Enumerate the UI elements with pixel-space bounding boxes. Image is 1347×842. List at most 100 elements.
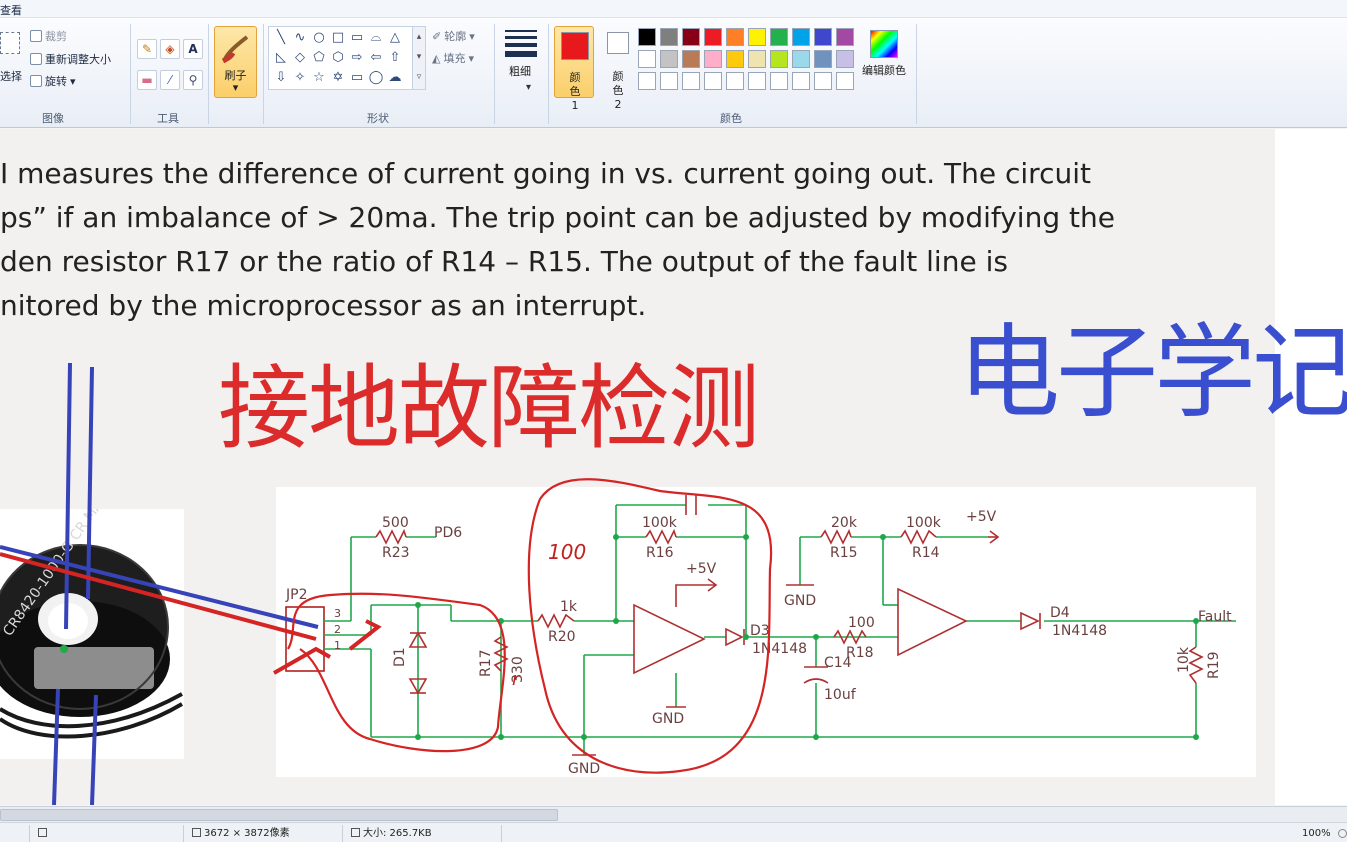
- shape-option[interactable]: □: [330, 30, 346, 46]
- select-button[interactable]: 选择: [0, 68, 22, 84]
- status-size: 大小: 265.7KB: [347, 825, 502, 842]
- palette-color[interactable]: [836, 72, 854, 90]
- palette-color[interactable]: [682, 28, 700, 46]
- palette-color[interactable]: [748, 72, 766, 90]
- shape-option[interactable]: ◇: [292, 50, 308, 66]
- shape-option[interactable]: ▭: [349, 30, 365, 46]
- shape-option[interactable]: ╲: [273, 30, 289, 46]
- zoom-out-icon[interactable]: [1338, 829, 1347, 838]
- colors-group-label: 颜色: [720, 112, 742, 125]
- menu-view[interactable]: 查看: [0, 2, 22, 18]
- palette-color[interactable]: [682, 50, 700, 68]
- divider: [130, 24, 131, 124]
- shape-option[interactable]: △: [387, 30, 403, 46]
- label-r23: R23: [382, 545, 410, 561]
- edit-colors-icon: [870, 30, 898, 58]
- text-icon[interactable]: A: [183, 39, 203, 59]
- outline-label: 轮廓: [444, 30, 467, 43]
- shape-option[interactable]: ⇩: [273, 70, 289, 86]
- label-r16-value: 100k: [642, 515, 678, 531]
- shape-option[interactable]: ∿: [292, 30, 308, 46]
- palette-color[interactable]: [814, 28, 832, 46]
- shape-option[interactable]: ⇦: [368, 50, 384, 66]
- palette-color[interactable]: [704, 50, 722, 68]
- magnifier-icon[interactable]: ⚲: [183, 70, 203, 90]
- size-line-4: [505, 51, 537, 57]
- size-button[interactable]: 粗细 ▾: [500, 26, 542, 100]
- shape-option[interactable]: ✡: [330, 70, 346, 86]
- scrollbar-thumb[interactable]: [0, 809, 558, 821]
- chevron-down-icon: ▾: [469, 29, 475, 43]
- horizontal-scrollbar[interactable]: [0, 807, 1347, 823]
- palette-color[interactable]: [792, 28, 810, 46]
- shape-option[interactable]: ▭: [349, 70, 365, 86]
- palette-color[interactable]: [836, 28, 854, 46]
- color1-swatch: [561, 32, 589, 60]
- palette-color[interactable]: [836, 50, 854, 68]
- eraser-icon[interactable]: ▬: [137, 70, 157, 90]
- label-r16: R16: [646, 545, 674, 561]
- palette-color[interactable]: [704, 28, 722, 46]
- palette-color[interactable]: [770, 72, 788, 90]
- palette-color[interactable]: [660, 28, 678, 46]
- palette-color[interactable]: [704, 72, 722, 90]
- palette-color[interactable]: [682, 72, 700, 90]
- divider: [208, 24, 209, 124]
- label-fault: Fault: [1198, 609, 1232, 625]
- shape-option[interactable]: ⇨: [349, 50, 365, 66]
- canvas-area[interactable]: I measures the difference of current goi…: [0, 129, 1347, 805]
- shape-option[interactable]: ◺: [273, 50, 289, 66]
- shape-option[interactable]: ☁: [387, 70, 403, 86]
- pencil-icon[interactable]: ✎: [137, 39, 157, 59]
- crop-label: 裁剪: [45, 30, 67, 43]
- color1-button[interactable]: 颜色 1: [554, 26, 594, 112]
- tools-group-label: 工具: [157, 112, 179, 125]
- palette-color[interactable]: [792, 72, 810, 90]
- shape-option[interactable]: ⬠: [311, 50, 327, 66]
- fill-button[interactable]: ◭ 填充 ▾: [432, 50, 474, 66]
- edit-colors-button[interactable]: 编辑颜色: [858, 28, 910, 98]
- palette-color[interactable]: [660, 72, 678, 90]
- label-r15-value: 20k: [831, 515, 858, 531]
- shape-option[interactable]: ☆: [311, 70, 327, 86]
- outline-button[interactable]: ✐ 轮廓 ▾: [432, 28, 475, 44]
- rotate-button[interactable]: 旋转 ▾: [30, 73, 76, 89]
- fill-icon[interactable]: ◈: [160, 39, 180, 59]
- crop-button[interactable]: 裁剪: [30, 28, 67, 44]
- resize-button[interactable]: 重新调整大小: [30, 51, 111, 67]
- color2-button[interactable]: 颜色 2: [598, 26, 638, 111]
- palette-color[interactable]: [814, 72, 832, 90]
- chevron-down-icon: ▾: [526, 82, 532, 93]
- dimensions-text: 3672 × 3872像素: [204, 828, 290, 839]
- palette-color[interactable]: [792, 50, 810, 68]
- select-icon[interactable]: [0, 32, 20, 54]
- label-c14-value: 10uf: [824, 687, 857, 703]
- palette-color[interactable]: [638, 50, 656, 68]
- palette-color[interactable]: [660, 50, 678, 68]
- palette-color[interactable]: [726, 50, 744, 68]
- shape-option[interactable]: ⇧: [387, 50, 403, 66]
- shape-option[interactable]: ○: [311, 30, 327, 46]
- status-bar: 3672 × 3872像素 大小: 265.7KB 100%: [0, 806, 1347, 842]
- palette-color[interactable]: [814, 50, 832, 68]
- label-r14-value: 100k: [906, 515, 942, 531]
- color2-label: 颜色 2: [612, 70, 624, 111]
- status-cursor: [34, 825, 184, 842]
- palette-color[interactable]: [726, 72, 744, 90]
- palette-color[interactable]: [726, 28, 744, 46]
- label-r18-value: 100: [848, 615, 875, 631]
- color-picker-icon[interactable]: ⁄: [160, 70, 180, 90]
- shape-option[interactable]: ⬡: [330, 50, 346, 66]
- shape-option[interactable]: ⌓: [368, 30, 384, 46]
- shape-option[interactable]: ✧: [292, 70, 308, 86]
- rotate-label: 旋转: [45, 75, 67, 88]
- shapes-scrollbar[interactable]: ▴ ▾ ▿: [412, 26, 426, 90]
- palette-color[interactable]: [638, 28, 656, 46]
- brushes-button[interactable]: 刷子 ▾: [214, 26, 257, 98]
- palette-color[interactable]: [748, 28, 766, 46]
- palette-color[interactable]: [748, 50, 766, 68]
- shape-option[interactable]: ◯: [368, 70, 384, 86]
- palette-color[interactable]: [638, 72, 656, 90]
- palette-color[interactable]: [770, 50, 788, 68]
- palette-color[interactable]: [770, 28, 788, 46]
